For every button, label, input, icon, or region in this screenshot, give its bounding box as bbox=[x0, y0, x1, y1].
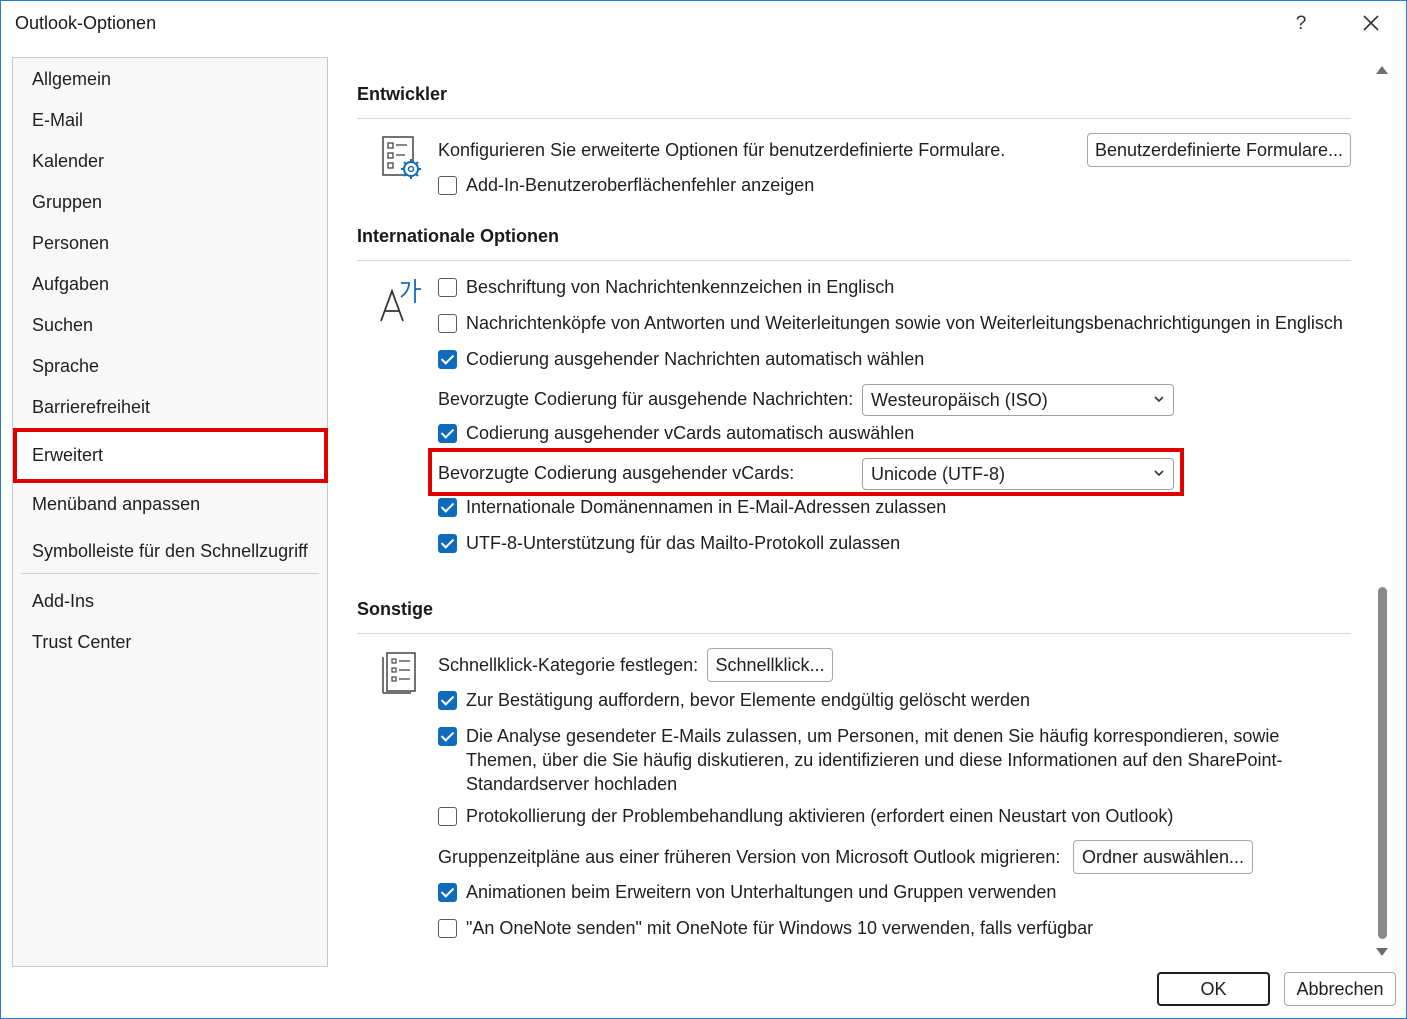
ok-button[interactable]: OK bbox=[1157, 972, 1270, 1006]
dialog-title: Outlook-Optionen bbox=[15, 13, 157, 33]
animations-option[interactable]: Animationen beim Erweitern von Unterhalt… bbox=[438, 880, 1056, 904]
logging-checkbox[interactable] bbox=[438, 807, 457, 826]
scrollbar-thumb[interactable] bbox=[1378, 587, 1387, 939]
animations-checkbox[interactable] bbox=[438, 883, 457, 902]
idn-checkbox[interactable] bbox=[438, 498, 457, 517]
sidebar-item-label: Erweitert bbox=[32, 445, 104, 465]
auto-encoding-option[interactable]: Codierung ausgehender Nachrichten automa… bbox=[438, 347, 924, 371]
select-folder-button[interactable]: Ordner auswählen... bbox=[1073, 840, 1253, 874]
sidebar-item-trust-center[interactable]: Trust Center bbox=[32, 627, 131, 657]
section-divider bbox=[357, 260, 1351, 261]
utf8-mailto-label: UTF-8-Unterstützung für das Mailto-Proto… bbox=[466, 533, 901, 553]
analysis-option[interactable]: Die Analyse gesendeter E-Mails zulassen,… bbox=[438, 724, 1338, 796]
advanced-options-panel: Entwickler Konfigurieren Sie erweiterte … bbox=[341, 51, 1371, 966]
sidebar-item-email[interactable]: E-Mail bbox=[32, 105, 83, 135]
addin-errors-label: Add-In-Benutzeroberflächenfehler anzeige… bbox=[466, 175, 815, 195]
onenote-checkbox[interactable] bbox=[438, 919, 457, 938]
section-heading-sonstige: Sonstige bbox=[357, 599, 434, 619]
sidebar-item-personen[interactable]: Personen bbox=[32, 228, 109, 258]
quickclick-label: Schnellklick-Kategorie festlegen: bbox=[438, 655, 699, 675]
addin-errors-checkbox[interactable] bbox=[438, 176, 457, 195]
onenote-option[interactable]: "An OneNote senden" mit OneNote für Wind… bbox=[438, 916, 1093, 940]
sidebar-item-kalender[interactable]: Kalender bbox=[32, 146, 104, 176]
chevron-down-icon bbox=[1154, 396, 1164, 403]
close-button[interactable] bbox=[1355, 9, 1387, 39]
idn-option[interactable]: Internationale Domänennamen in E-Mail-Ad… bbox=[438, 495, 946, 519]
flags-english-label: Beschriftung von Nachrichtenkennzeichen … bbox=[466, 277, 895, 297]
onenote-label: "An OneNote senden" mit OneNote für Wind… bbox=[466, 918, 1094, 938]
preferred-encoding-label: Bevorzugte Codierung für ausgehende Nach… bbox=[438, 389, 854, 409]
sidebar-item-allgemein[interactable]: Allgemein bbox=[32, 64, 111, 94]
custom-forms-icon bbox=[382, 136, 421, 179]
sidebar-item-barrierefreiheit[interactable]: Barrierefreiheit bbox=[32, 392, 150, 422]
outlook-options-dialog: Outlook-Optionen ? Allgemein E-Mail Kale… bbox=[0, 0, 1407, 1019]
sidebar-item-sprache[interactable]: Sprache bbox=[32, 351, 99, 381]
vcard-encoding-value: Unicode (UTF-8) bbox=[871, 464, 1006, 484]
chevron-down-icon bbox=[1154, 470, 1164, 477]
sidebar-nav: Allgemein E-Mail Kalender Gruppen Person… bbox=[12, 57, 328, 967]
section-divider bbox=[357, 118, 1351, 119]
custom-forms-button[interactable]: Benutzerdefinierte Formulare... bbox=[1087, 133, 1351, 167]
sidebar-item-erweitert[interactable]: Erweitert bbox=[13, 428, 328, 483]
confirm-delete-checkbox[interactable] bbox=[438, 691, 457, 710]
sidebar-divider bbox=[21, 573, 319, 574]
scroll-down-arrow-icon[interactable] bbox=[1374, 945, 1390, 959]
headers-english-option[interactable]: Nachrichtenköpfe von Antworten und Weite… bbox=[438, 311, 1343, 335]
help-button[interactable]: ? bbox=[1287, 9, 1315, 39]
auto-encoding-checkbox[interactable] bbox=[438, 350, 457, 369]
auto-vcard-checkbox[interactable] bbox=[438, 424, 457, 443]
section-divider bbox=[357, 633, 1351, 634]
vcard-encoding-label: Bevorzugte Codierung ausgehender vCards: bbox=[438, 463, 795, 483]
sidebar-item-gruppen[interactable]: Gruppen bbox=[32, 187, 102, 217]
list-settings-icon bbox=[382, 652, 416, 694]
confirm-delete-label: Zur Bestätigung auffordern, bevor Elemen… bbox=[466, 690, 1031, 710]
quickclick-button[interactable]: Schnellklick... bbox=[707, 648, 833, 682]
headers-english-checkbox[interactable] bbox=[438, 314, 457, 333]
animations-label: Animationen beim Erweitern von Unterhalt… bbox=[466, 882, 1057, 902]
headers-english-label: Nachrichtenköpfe von Antworten und Weite… bbox=[466, 313, 1343, 333]
preferred-encoding-select[interactable]: Westeuropäisch (ISO) bbox=[862, 384, 1174, 416]
auto-vcard-label: Codierung ausgehender vCards automatisch… bbox=[466, 423, 915, 443]
vcard-encoding-select[interactable]: Unicode (UTF-8) bbox=[862, 458, 1174, 490]
addin-errors-option[interactable]: Add-In-Benutzeroberflächenfehler anzeige… bbox=[438, 173, 814, 197]
scroll-up-arrow-icon[interactable] bbox=[1374, 63, 1390, 77]
migrate-label: Gruppenzeitpläne aus einer früheren Vers… bbox=[438, 847, 1061, 867]
auto-vcard-option[interactable]: Codierung ausgehender vCards automatisch… bbox=[438, 421, 914, 445]
analysis-label: Die Analyse gesendeter E-Mails zulassen,… bbox=[466, 726, 1283, 794]
auto-encoding-label: Codierung ausgehender Nachrichten automa… bbox=[466, 349, 925, 369]
utf8-mailto-checkbox[interactable] bbox=[438, 534, 457, 553]
sidebar-item-menueband[interactable]: Menüband anpassen bbox=[32, 489, 200, 519]
sidebar-item-suchen[interactable]: Suchen bbox=[32, 310, 93, 340]
preferred-encoding-value: Westeuropäisch (ISO) bbox=[871, 390, 1048, 410]
title-bar: Outlook-Optionen ? bbox=[1, 1, 1406, 47]
flags-english-checkbox[interactable] bbox=[438, 278, 457, 297]
logging-option[interactable]: Protokollierung der Problembehandlung ak… bbox=[438, 804, 1173, 828]
sidebar-item-aufgaben[interactable]: Aufgaben bbox=[32, 269, 109, 299]
analysis-checkbox[interactable] bbox=[438, 727, 457, 746]
idn-label: Internationale Domänennamen in E-Mail-Ad… bbox=[466, 497, 947, 517]
sidebar-item-schnellzugriff[interactable]: Symbolleiste für den Schnellzugriff bbox=[32, 536, 308, 566]
logging-label: Protokollierung der Problembehandlung ak… bbox=[466, 806, 1174, 826]
section-heading-entwickler: Entwickler bbox=[357, 84, 448, 104]
flags-english-option[interactable]: Beschriftung von Nachrichtenkennzeichen … bbox=[438, 275, 894, 299]
sidebar-item-add-ins[interactable]: Add-Ins bbox=[32, 586, 94, 616]
utf8-mailto-option[interactable]: UTF-8-Unterstützung für das Mailto-Proto… bbox=[438, 531, 900, 555]
language-icon bbox=[380, 279, 421, 322]
confirm-delete-option[interactable]: Zur Bestätigung auffordern, bevor Elemen… bbox=[438, 688, 1030, 712]
close-icon bbox=[1363, 15, 1379, 31]
custom-forms-description: Konfigurieren Sie erweiterte Optionen fü… bbox=[438, 140, 1006, 160]
cancel-button[interactable]: Abbrechen bbox=[1284, 972, 1396, 1006]
section-heading-international: Internationale Optionen bbox=[357, 226, 560, 246]
